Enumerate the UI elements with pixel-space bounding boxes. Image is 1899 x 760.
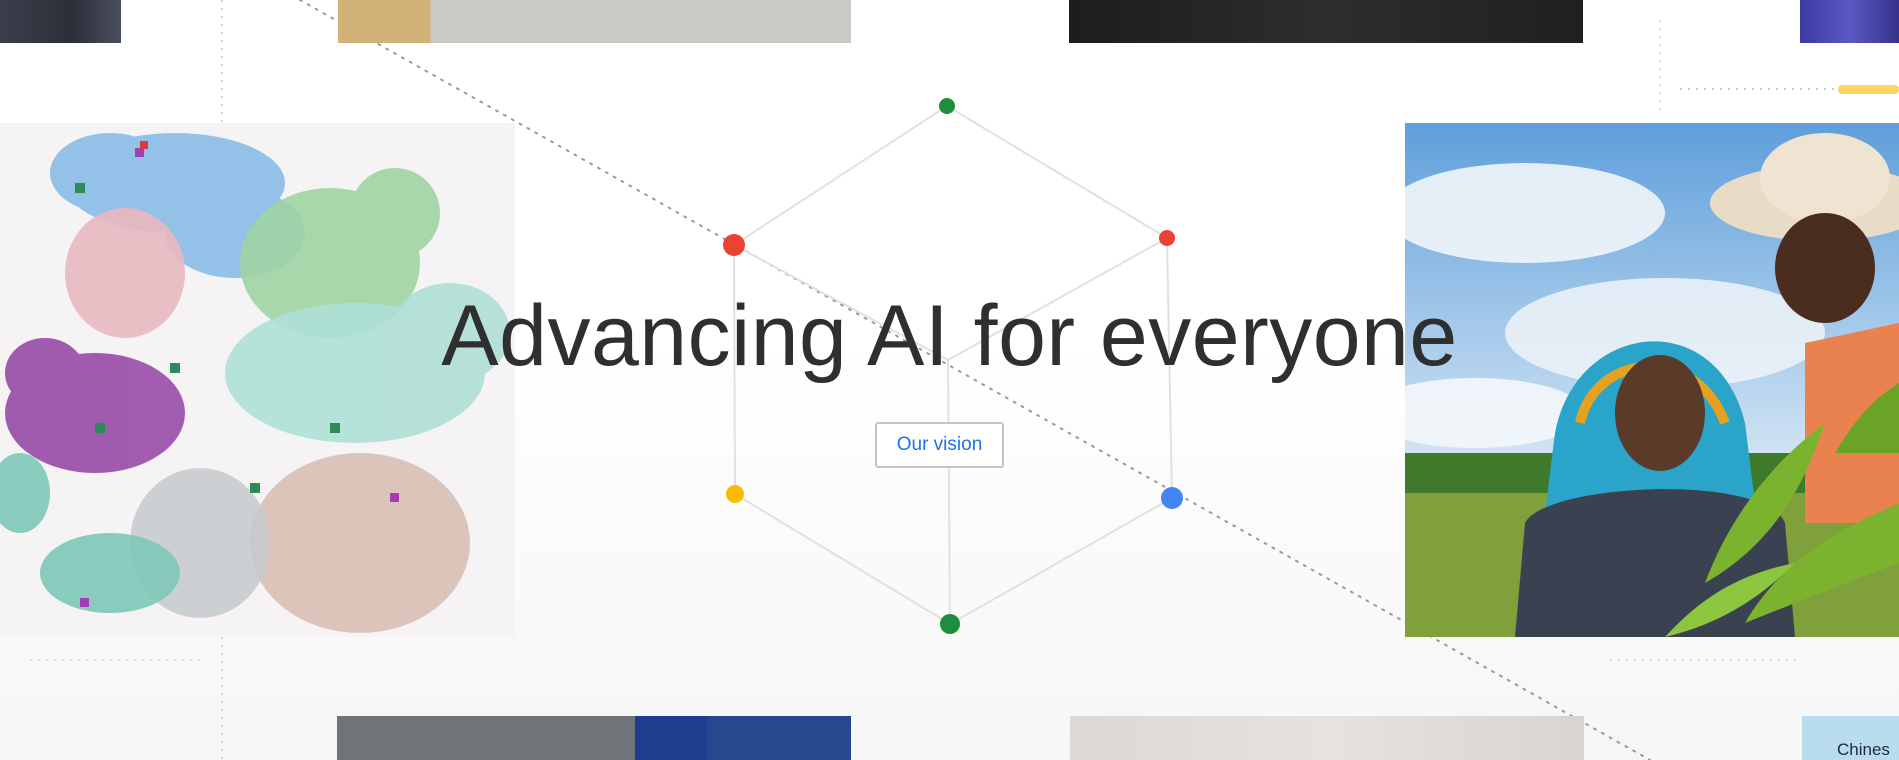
map-blob [250,453,470,633]
cube-edge [946,105,1168,239]
cube-edge [947,359,951,625]
cube-edge [733,105,948,246]
map-accent [390,493,399,502]
node-red-left [723,234,745,256]
image-tile-bottom-3[interactable]: Chines [1802,716,1899,760]
map-marker [330,423,340,433]
map-blob [50,133,170,213]
image-tile-top-4[interactable] [1800,0,1899,43]
cube-edge [734,493,951,625]
map-accent [80,598,89,607]
image-tile-bottom-2[interactable] [1070,716,1584,760]
map-marker [75,183,85,193]
node-blue-right [1161,487,1183,509]
map-accent [140,141,148,149]
map-marker [250,483,260,493]
map-accent [135,148,144,157]
node-green-bottom [940,614,960,634]
map-marker [95,423,105,433]
image-tile-bottom-1[interactable] [337,716,851,760]
tile-caption: Chines [1837,740,1890,759]
yellow-accent-bar [1838,85,1899,94]
map-blob [350,168,440,258]
node-green-top [939,98,955,114]
image-tile-top-1[interactable] [0,0,121,43]
hat-crown [1760,133,1890,223]
map-blob [0,453,50,533]
hero-title: Advancing AI for everyone [441,288,1458,384]
cube-edge [949,497,1173,625]
node-red-right [1159,230,1175,246]
image-tile-top-2[interactable] [338,0,851,43]
our-vision-button[interactable]: Our vision [875,422,1004,468]
map-brown-cluster [250,453,470,633]
hero-section: Chines Advancing AI for everyone Our vis… [0,0,1899,760]
map-blob [40,533,180,613]
image-tile-top-3[interactable] [1069,0,1583,43]
node-yellow-left [726,485,744,503]
